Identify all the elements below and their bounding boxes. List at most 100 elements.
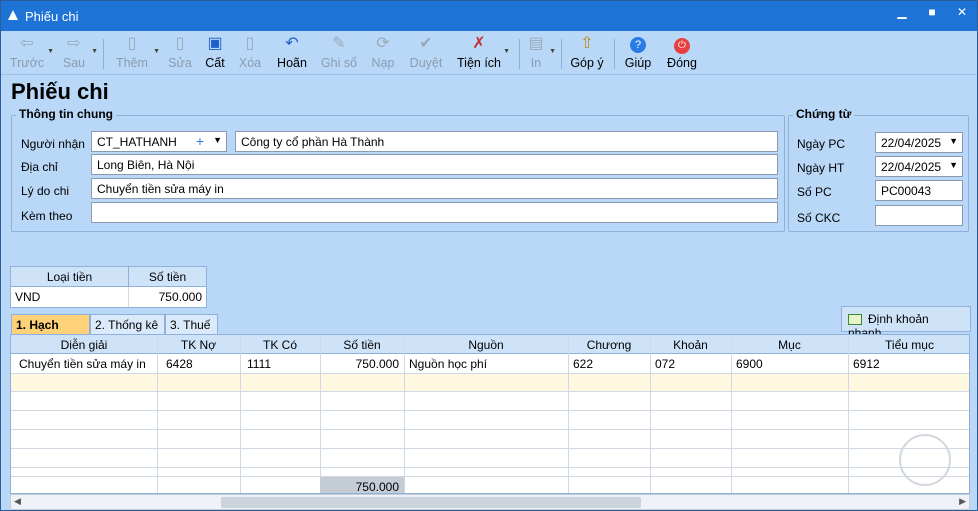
- approve-button[interactable]: ✔ Duyệt: [407, 34, 445, 74]
- horizontal-scrollbar[interactable]: ◀ ▶: [10, 494, 970, 510]
- power-icon: ⏻: [665, 34, 699, 54]
- total-amount: 750.000: [355, 480, 399, 494]
- no-ckc-field[interactable]: [875, 205, 963, 226]
- page-title: Phiếu chi: [11, 79, 109, 104]
- cell-description[interactable]: Chuyển tiền sửa máy in: [14, 355, 157, 373]
- utilities-button[interactable]: ✗ Tiện ích ▼: [457, 34, 510, 74]
- date-pc-label: Ngày PC: [797, 137, 846, 151]
- date-ht-picker[interactable]: 22/04/2025 ▼: [875, 156, 963, 177]
- attach-field[interactable]: [91, 202, 778, 223]
- currency-amount-cell[interactable]: 750.000: [129, 287, 206, 307]
- app-icon: [7, 9, 19, 21]
- scroll-right-icon[interactable]: ▶: [959, 496, 966, 507]
- edit-document-icon: ▯: [175, 35, 185, 52]
- tab-accounting[interactable]: 1. Hạch toán: [11, 314, 90, 346]
- print-button[interactable]: ▤ In ▼: [525, 34, 556, 74]
- reload-button[interactable]: ⟳ Nạp: [369, 34, 397, 74]
- cell-credit-account[interactable]: 1111: [242, 355, 320, 373]
- help-icon: ?: [623, 34, 653, 54]
- save-button[interactable]: ▣ Cất: [202, 34, 228, 74]
- undo-button[interactable]: ↶ Hoãn: [274, 34, 310, 74]
- arrow-left-icon: ⇦: [20, 35, 34, 52]
- chevron-down-icon[interactable]: ▼: [949, 160, 958, 170]
- cell-item[interactable]: 6900: [731, 355, 848, 373]
- header-item: Mục: [778, 338, 801, 352]
- accounting-grid: Diễn giải TK Nợ TK Có Số tiền Nguồn Chươ…: [10, 334, 970, 494]
- cell-amount[interactable]: 750.000: [320, 355, 404, 373]
- date-pc-picker[interactable]: 22/04/2025 ▼: [875, 132, 963, 153]
- minimize-button[interactable]: ▁: [891, 5, 913, 27]
- refresh-icon: ⟳: [376, 35, 390, 52]
- help-button[interactable]: ? Giúp: [623, 34, 653, 74]
- checkmark-icon: ✔: [419, 35, 433, 52]
- no-pc-field[interactable]: PC00043: [875, 180, 963, 201]
- address-label: Địa chỉ: [21, 160, 58, 174]
- voucher-label: Chứng từ: [793, 107, 855, 121]
- header-credit-account: TK Có: [262, 338, 297, 352]
- close-window-button[interactable]: ✕: [951, 5, 973, 27]
- window-title: Phiếu chi: [25, 9, 79, 24]
- currency-amount-header: Số tiền: [148, 270, 187, 284]
- cell-section[interactable]: 072: [650, 355, 731, 373]
- next-button[interactable]: ⇨ Sau ▼: [59, 34, 98, 74]
- cell-chapter[interactable]: 622: [568, 355, 650, 373]
- printer-icon: ▤: [528, 35, 544, 52]
- recipient-name-field[interactable]: Công ty cổ phần Hà Thành: [235, 131, 778, 152]
- general-info-group: Thông tin chung Người nhận CT_HATHANH + ▼ …: [11, 107, 785, 232]
- delete-document-icon: ▯: [245, 35, 255, 52]
- chevron-down-icon[interactable]: ▼: [949, 136, 958, 146]
- title-bar: Phiếu chi ▁ ■ ✕: [1, 1, 977, 31]
- post-button[interactable]: ✎ Ghi sổ: [319, 34, 359, 74]
- header-debit-account: TK Nợ: [180, 338, 217, 352]
- arrow-right-icon: ⇨: [67, 35, 81, 52]
- voucher-group: Chứng từ Ngày PC 22/04/2025 ▼ Ngày HT 22/…: [788, 107, 969, 232]
- no-pc-label: Số PC: [797, 185, 832, 199]
- add-button[interactable]: ▯ Thêm ▼: [113, 34, 160, 74]
- new-document-icon: ▯: [127, 35, 137, 52]
- reason-field[interactable]: Chuyển tiền sửa máy in: [91, 178, 778, 199]
- header-sub-item: Tiểu mục: [885, 338, 934, 352]
- header-source: Nguồn: [468, 338, 504, 352]
- currency-type-cell[interactable]: VND: [11, 287, 129, 307]
- feedback-icon: ⇧: [580, 35, 594, 52]
- tab-tax[interactable]: 3. Thuế: [165, 314, 218, 334]
- floppy-disk-icon: ▣: [207, 35, 223, 52]
- address-field[interactable]: Long Biên, Hà Nội: [91, 154, 778, 175]
- watermark-stamp: [899, 434, 951, 486]
- selected-empty-row[interactable]: [11, 373, 969, 391]
- tab-statistics[interactable]: 2. Thống kê: [90, 314, 165, 334]
- attach-label: Kèm theo: [21, 209, 73, 223]
- header-section: Khoản: [673, 338, 708, 352]
- cell-debit-account[interactable]: 6428: [161, 355, 240, 373]
- close-button[interactable]: ⏻ Đóng: [665, 34, 699, 74]
- recipient-code-combo[interactable]: CT_HATHANH + ▼: [91, 131, 227, 152]
- maximize-button[interactable]: ■: [921, 5, 943, 27]
- delete-button[interactable]: ▯ Xóa: [236, 34, 264, 74]
- cell-sub-item[interactable]: 6912: [848, 355, 969, 373]
- feedback-button[interactable]: ⇧ Góp ý: [569, 34, 605, 74]
- quick-entry-icon: [848, 314, 862, 326]
- date-ht-label: Ngày HT: [797, 161, 845, 175]
- general-info-label: Thông tin chung: [16, 107, 116, 121]
- reason-label: Lý do chi: [21, 184, 70, 198]
- scroll-thumb[interactable]: [221, 497, 641, 508]
- voucher-window: Phiếu chi ▁ ■ ✕ ⇦ Trước ▼ ⇨ Sau ▼ ▯ Thêm ▼ ▯ Sử…: [0, 0, 978, 511]
- header-chapter: Chương: [586, 338, 632, 352]
- add-icon[interactable]: +: [196, 133, 204, 149]
- no-ckc-label: Số CKC: [797, 211, 841, 225]
- tools-icon: ✗: [472, 35, 486, 52]
- header-description: Diễn giải: [60, 338, 108, 352]
- recipient-label: Người nhận: [21, 137, 85, 151]
- cell-source[interactable]: Nguồn học phí: [404, 355, 568, 373]
- edit-button[interactable]: ▯ Sửa: [166, 34, 194, 74]
- currency-table: Loại tiền Số tiền VND 750.000: [10, 266, 207, 308]
- pencil-icon: ✎: [332, 35, 346, 52]
- quick-entry-button[interactable]: Định khoản nhanh: [841, 306, 971, 340]
- scroll-left-icon[interactable]: ◀: [14, 496, 21, 507]
- currency-type-header: Loại tiền: [11, 267, 129, 286]
- undo-icon: ↶: [285, 35, 299, 52]
- header-amount: Số tiền: [343, 338, 381, 352]
- chevron-down-icon[interactable]: ▼: [213, 135, 222, 145]
- back-button[interactable]: ⇦ Trước ▼: [9, 34, 54, 74]
- toolbar: ⇦ Trước ▼ ⇨ Sau ▼ ▯ Thêm ▼ ▯ Sửa ▣ Cất ▯ Xóa ↶ Hoã…: [1, 31, 977, 75]
